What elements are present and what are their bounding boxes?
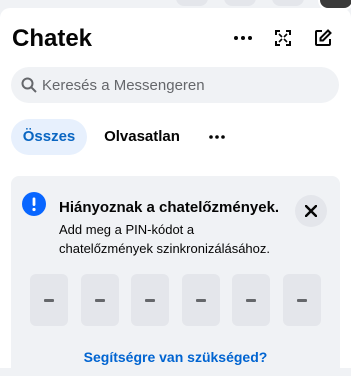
pin-placeholder-dash	[145, 299, 155, 302]
banner-body: Add meg a PIN-kódot a chatelőzmények szi…	[59, 222, 270, 256]
pin-digit-box[interactable]	[80, 274, 119, 326]
top-toolbar-strip	[0, 0, 351, 10]
search-box[interactable]	[11, 67, 339, 103]
missing-history-banner: Hiányoznak a chatelőzmények. Add meg a P…	[11, 176, 340, 376]
close-icon	[305, 205, 317, 217]
more-options-icon	[209, 135, 225, 139]
tabs-more-button[interactable]	[205, 125, 229, 149]
pin-placeholder-dash	[246, 299, 256, 302]
new-message-button[interactable]	[311, 26, 335, 50]
expand-icon	[275, 30, 291, 46]
pin-digit-box[interactable]	[30, 274, 68, 326]
close-button[interactable]	[295, 195, 327, 227]
toolbar-icon[interactable]	[272, 0, 304, 6]
pin-digit-box[interactable]	[232, 274, 270, 326]
banner-title: Hiányoznak a chatelőzmények.	[59, 199, 280, 216]
pin-digit-box[interactable]	[181, 274, 220, 326]
search-icon	[21, 77, 37, 93]
pin-placeholder-dash	[44, 299, 54, 302]
toolbar-icon[interactable]	[176, 0, 208, 6]
pin-digit-box[interactable]	[282, 274, 321, 326]
toolbar-icon[interactable]	[224, 0, 256, 6]
pin-placeholder-dash	[195, 299, 206, 302]
pin-digit-box[interactable]	[131, 274, 169, 326]
tab-all[interactable]: Összes	[11, 119, 87, 155]
info-icon	[22, 192, 46, 216]
pin-placeholder-dash	[296, 299, 307, 302]
search-input[interactable]	[42, 67, 332, 103]
new-message-icon	[315, 29, 332, 46]
chats-panel: Chatek Összes Olvasatlan	[0, 8, 351, 376]
more-options-icon	[234, 36, 252, 40]
help-link[interactable]: Segítségre van szükséged?	[11, 348, 340, 366]
more-options-button[interactable]	[231, 26, 255, 50]
pin-placeholder-dash	[94, 299, 105, 302]
tab-unread[interactable]: Olvasatlan	[96, 119, 188, 155]
page-title: Chatek	[12, 25, 93, 52]
expand-button[interactable]	[271, 26, 295, 50]
